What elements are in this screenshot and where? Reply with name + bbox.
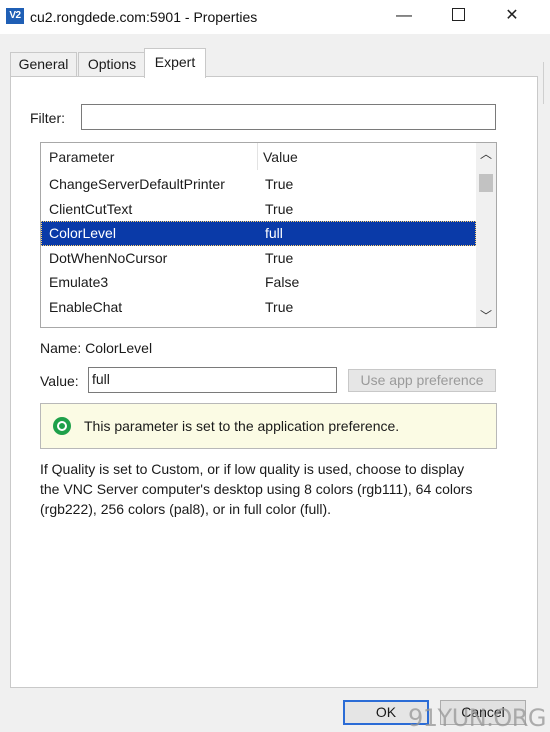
vertical-scrollbar[interactable]: ︿ ﹀ (476, 143, 496, 327)
tab-general[interactable]: General (10, 52, 77, 77)
minimize-button[interactable]: — (380, 0, 428, 34)
row-parameter: ColorLevel (49, 225, 116, 241)
column-header-parameter[interactable]: Parameter (49, 149, 114, 165)
maximize-button[interactable] (434, 0, 482, 34)
row-parameter: ClientCutText (49, 200, 133, 217)
row-value: True (265, 249, 294, 266)
value-field[interactable]: full (88, 367, 337, 393)
list-row[interactable]: EnableChat True (41, 295, 476, 320)
parameter-name: Name: ColorLevel (40, 340, 153, 356)
parameter-list[interactable]: Parameter Value ChangeServerDefaultPrint… (40, 142, 497, 328)
list-row[interactable]: ChangeServerDefaultPrinter True (41, 172, 476, 197)
column-separator[interactable] (257, 143, 258, 170)
title-bar: V2 cu2.rongdede.com:5901 - Properties — … (0, 0, 550, 34)
scroll-up-icon[interactable]: ︿ (476, 143, 496, 165)
row-value: True (265, 298, 294, 315)
tab-expert[interactable]: Expert (144, 48, 206, 78)
info-message: This parameter is set to the application… (84, 418, 400, 434)
check-circle-icon (53, 417, 71, 435)
list-row[interactable]: ClientCutText True (41, 197, 476, 222)
row-parameter: EnableChat (49, 298, 123, 315)
window-title: cu2.rongdede.com:5901 - Properties (30, 9, 258, 25)
list-header: Parameter Value (41, 143, 476, 170)
parameter-description: If Quality is set to Custom, or if low q… (40, 461, 473, 517)
value-label: Value: (40, 373, 79, 389)
tab-options[interactable]: Options (78, 52, 146, 77)
row-parameter: ChangeServerDefaultPrinter (49, 176, 225, 192)
row-value: False (265, 274, 300, 290)
row-parameter: DotWhenNoCursor (49, 249, 168, 266)
list-rows: ChangeServerDefaultPrinter True ClientCu… (41, 172, 476, 319)
row-parameter: Emulate3 (49, 274, 109, 290)
row-value: True (265, 176, 294, 192)
vnc-app-icon[interactable]: V2 (6, 8, 24, 24)
watermark: 91YUN.ORG (408, 704, 547, 732)
background-edge (543, 62, 544, 104)
info-message-box: This parameter is set to the application… (40, 403, 497, 449)
maximize-icon (451, 7, 465, 21)
scrollbar-thumb[interactable] (479, 174, 493, 192)
list-row[interactable]: DotWhenNoCursor True (41, 246, 476, 271)
scroll-down-icon[interactable]: ﹀ (476, 305, 496, 327)
close-button[interactable]: ✕ (488, 0, 536, 34)
list-row[interactable]: Emulate3 False (41, 270, 476, 295)
filter-input[interactable] (81, 104, 496, 130)
use-app-preference-button[interactable]: Use app preference (348, 369, 496, 392)
row-value: True (265, 200, 294, 217)
list-row-selected[interactable]: ColorLevel full (41, 221, 476, 246)
column-header-value[interactable]: Value (263, 149, 298, 165)
row-value: full (265, 225, 283, 241)
filter-label: Filter: (30, 110, 65, 126)
